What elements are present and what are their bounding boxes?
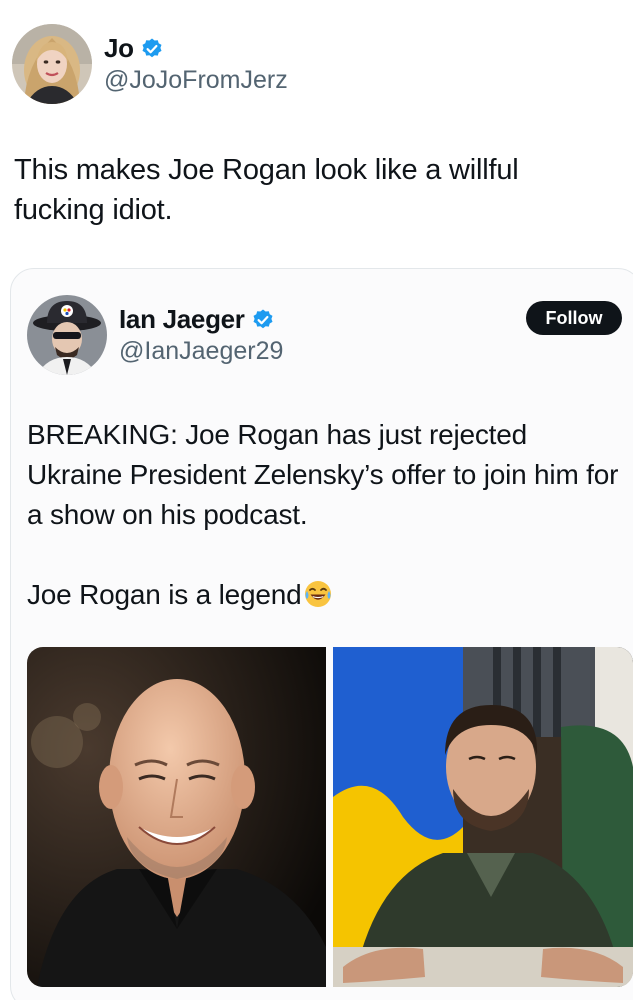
verified-badge-icon [140, 37, 164, 61]
photo-bald-man-smiling-icon[interactable] [27, 647, 326, 987]
quoted-tweet-paragraph-2-text: Joe Rogan is a legend [27, 579, 302, 610]
quoted-author-handle[interactable]: @IanJaeger29 [119, 337, 283, 366]
face-with-tears-of-joy-icon [303, 579, 333, 609]
profile-photo-woman-icon[interactable] [12, 24, 92, 104]
quoted-tweet-card[interactable]: Ian Jaeger @IanJaeger29 Follow BREAKING:… [10, 268, 633, 1000]
quoted-author-display-name[interactable]: Ian Jaeger [119, 304, 245, 335]
quoted-tweet-header: Ian Jaeger @IanJaeger29 [27, 295, 283, 375]
quoted-tweet-paragraph-1: BREAKING: Joe Rogan has just rejected Uk… [27, 419, 619, 530]
follow-button[interactable]: Follow [526, 301, 622, 335]
author-display-name[interactable]: Jo [104, 33, 134, 64]
photo-man-in-front-of-flag-icon[interactable] [333, 647, 633, 987]
quoted-tweet-paragraph-2: Joe Rogan is a legend [27, 575, 627, 615]
verified-badge-icon [251, 308, 275, 332]
quoted-tweet-text: BREAKING: Joe Rogan has just rejected Uk… [27, 415, 627, 615]
author-handle[interactable]: @JoJoFromJerz [104, 66, 288, 95]
tweet-header: Jo @JoJoFromJerz [12, 24, 288, 104]
tweet-text: This makes Joe Rogan look like a willful… [14, 154, 519, 226]
tweet-media-grid [27, 647, 633, 987]
profile-illustration-hat-sunglasses-icon[interactable] [27, 295, 107, 375]
tweet-screenshot: Jo @JoJoFromJerz This makes Joe Rogan lo… [0, 0, 633, 1000]
